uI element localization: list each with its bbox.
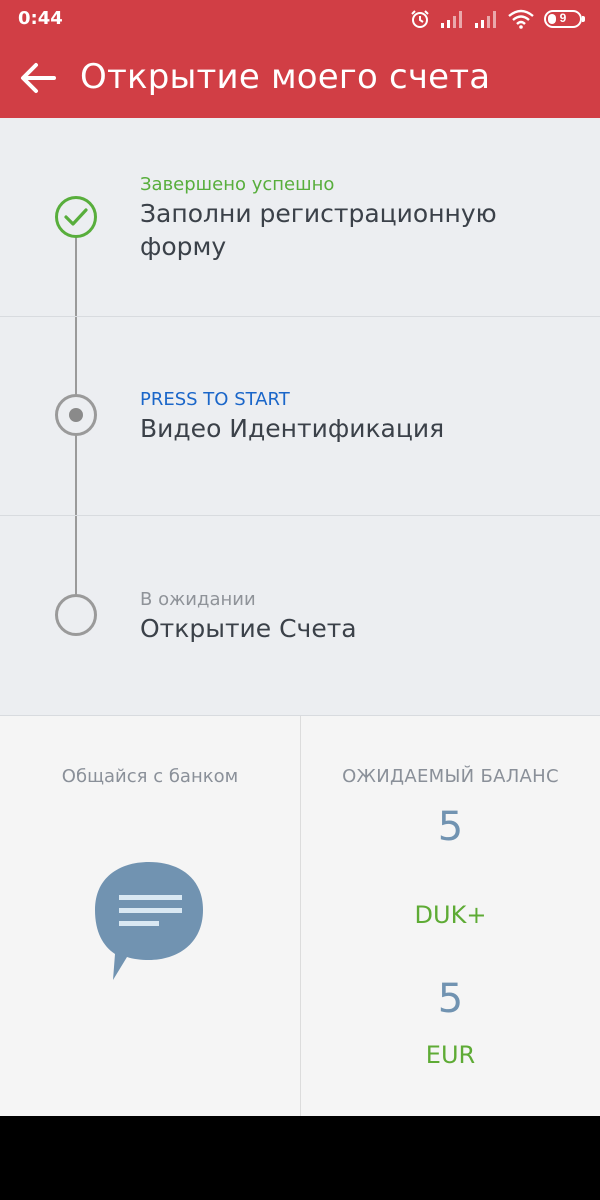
balance-title: ОЖИДАЕМЫЙ БАЛАНС xyxy=(342,766,559,787)
circle-pending-icon xyxy=(55,594,97,636)
expected-balance: ОЖИДАЕМЫЙ БАЛАНС 5 DUK+ 5 EUR xyxy=(301,716,600,1116)
radio-active-icon xyxy=(55,394,97,436)
signal-1-icon xyxy=(441,11,462,28)
step-label: Открытие Счета xyxy=(140,614,357,643)
step-video-identification[interactable]: PRESS TO START Видео Идентификация xyxy=(0,317,600,516)
alarm-icon xyxy=(411,10,429,28)
battery-icon: 9 xyxy=(544,10,585,28)
step-label: Видео Идентификация xyxy=(140,414,445,443)
step-account-opening: В ожидании Открытие Счета xyxy=(0,516,600,716)
chat-with-bank-button[interactable]: Общайся с банком xyxy=(0,716,300,1116)
app-bar: Открытие моего счета xyxy=(0,38,600,118)
wifi-icon xyxy=(508,9,534,29)
step-status: Завершено успешно xyxy=(140,174,335,195)
balance-value: 5 xyxy=(437,804,464,850)
progress-steps: Завершено успешно Заполни регистрационну… xyxy=(0,118,600,716)
step-status: В ожидании xyxy=(140,589,256,610)
step-registration-form[interactable]: Завершено успешно Заполни регистрационну… xyxy=(0,118,600,317)
battery-level: 9 xyxy=(559,11,567,25)
balance-currency: EUR xyxy=(425,1041,476,1069)
check-circle-icon xyxy=(55,196,97,238)
balance-value: 5 xyxy=(437,976,464,1022)
chat-label: Общайся с банком xyxy=(61,766,239,787)
balance-currency: DUK+ xyxy=(414,901,487,929)
status-icons: 9 xyxy=(410,8,585,30)
page-title: Открытие моего счета xyxy=(80,57,491,97)
step-status: PRESS TO START xyxy=(140,389,290,410)
status-bar: 0:44 9 xyxy=(0,0,600,38)
status-time: 0:44 xyxy=(18,8,63,29)
back-arrow-icon[interactable] xyxy=(18,58,58,98)
step-label: Заполни регистрационную форму xyxy=(140,199,497,261)
bottom-panel: Общайся с банком ОЖИДАЕМЫЙ БАЛАНС 5 DUK+… xyxy=(0,716,600,1116)
signal-2-icon xyxy=(475,11,496,28)
chat-bubble-icon xyxy=(95,862,203,980)
app-screen: 0:44 9 Открытие моего счета Завершено ус… xyxy=(0,0,600,1116)
